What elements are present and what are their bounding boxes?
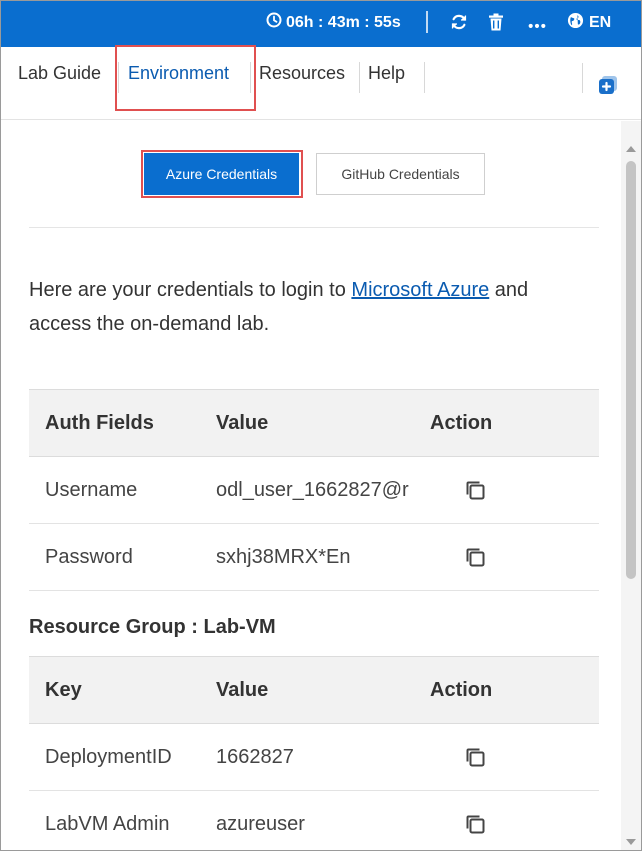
auth-field-label: Username [29,456,200,524]
table-row: LabVM Admin azureuser [29,790,599,850]
clock-icon [266,12,282,33]
scroll-up-arrow-icon[interactable] [626,146,636,152]
action-cell [414,723,599,791]
vertical-scrollbar[interactable] [621,121,641,850]
resource-group-table: Key Value Action DeploymentID 1662827 La… [29,656,599,850]
tab-help[interactable]: Help [368,63,405,84]
divider [29,227,599,228]
copy-icon[interactable] [464,479,486,501]
column-header: Action [414,389,599,457]
table-row: Username odl_user_1662827@r [29,456,599,524]
tab-divider [424,62,425,93]
resource-key-label: LabVM Admin [29,790,200,850]
timer-text: 06h : 43m : 55s [286,13,401,31]
github-credentials-button[interactable]: GitHub Credentials [316,153,485,195]
language-selector[interactable]: EN [567,12,611,34]
more-icon[interactable] [527,15,547,35]
action-cell [414,456,599,524]
action-cell [414,523,599,591]
top-bar: 06h : 43m : 55s EN [1,1,641,47]
language-label: EN [589,14,612,31]
trash-icon[interactable] [488,12,504,32]
intro-text-before: Here are your credentials to login to [29,279,352,301]
resource-value-cell: 1662827 [200,723,414,791]
topbar-separator [426,11,428,33]
copy-icon[interactable] [464,813,486,835]
resource-value-cell: azureuser [200,790,414,850]
azure-credentials-button[interactable]: Azure Credentials [144,153,299,195]
password-value: sxhj38MRX*En [216,545,351,568]
credentials-intro: Here are your credentials to login to Mi… [29,273,594,341]
add-window-icon[interactable] [597,74,619,96]
table-row: DeploymentID 1662827 [29,723,599,791]
lab-panel: 06h : 43m : 55s EN Lab Guide Environment… [0,0,642,851]
auth-value-cell: sxhj38MRX*En [200,523,414,591]
resource-key-label: DeploymentID [29,723,200,791]
lab-timer: 06h : 43m : 55s [266,12,401,33]
deployment-id-value: 1662827 [216,745,294,768]
column-header: Key [29,656,200,724]
action-cell [414,790,599,850]
column-header: Value [200,656,414,724]
table-header-row: Key Value Action [29,656,599,724]
auth-value-cell: odl_user_1662827@r [200,456,414,524]
tab-divider [250,62,251,93]
admin-username-value: azureuser [216,812,305,835]
copy-icon[interactable] [464,546,486,568]
tab-divider [582,63,583,93]
globe-icon [567,12,584,34]
table-row: Password sxhj38MRX*En [29,523,599,591]
auth-credentials-table: Auth Fields Value Action Username odl_us… [29,389,599,591]
column-header: Auth Fields [29,389,200,457]
tab-divider [118,62,119,93]
scroll-down-arrow-icon[interactable] [626,839,636,845]
column-header: Value [200,389,414,457]
tab-divider [359,62,360,93]
tab-environment[interactable]: Environment [128,63,229,84]
microsoft-azure-link[interactable]: Microsoft Azure [351,279,489,301]
username-value: odl_user_1662827@r [216,478,409,501]
column-header: Action [414,656,599,724]
copy-icon[interactable] [464,746,486,768]
tab-lab-guide[interactable]: Lab Guide [18,63,101,84]
resource-group-title: Resource Group : Lab-VM [29,616,276,638]
tab-bar: Lab Guide Environment Resources Help [1,47,641,120]
scrollbar-thumb[interactable] [626,161,636,579]
refresh-icon[interactable] [450,12,468,32]
table-header-row: Auth Fields Value Action [29,389,599,457]
environment-content: Azure Credentials GitHub Credentials Her… [1,121,621,850]
tab-resources[interactable]: Resources [259,63,345,84]
auth-field-label: Password [29,523,200,591]
